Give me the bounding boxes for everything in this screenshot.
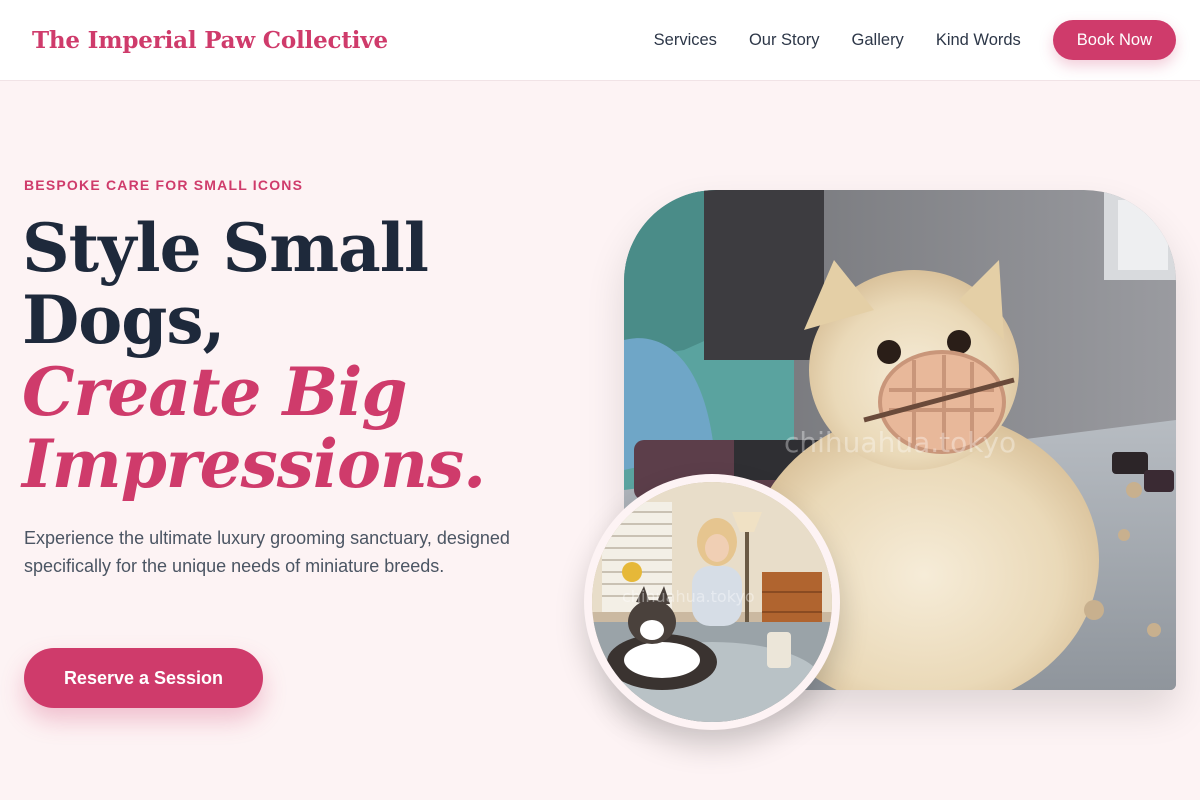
main-image-watermark: chihuahua.tokyo [784,426,1016,459]
hero-eyebrow: BESPOKE CARE FOR SMALL ICONS [24,177,304,193]
headline-line-1: Style Small [22,209,429,287]
hero-headline: Style Small Dogs, Create Big Impressions… [22,212,582,500]
headline-accent-2: Impressions. [22,425,486,503]
nav-link-kind-words[interactable]: Kind Words [936,31,1021,50]
headline-line-2: Dogs, [22,281,226,359]
nav-link-our-story[interactable]: Our Story [749,31,820,50]
brand-logo[interactable]: The Imperial Paw Collective [32,27,388,54]
reserve-session-button[interactable]: Reserve a Session [24,648,263,708]
nav-link-services[interactable]: Services [654,31,717,50]
hero-inset-frame: chihuahua.tokyo [584,474,840,730]
book-now-button[interactable]: Book Now [1052,20,1176,60]
nav-link-gallery[interactable]: Gallery [852,31,904,50]
hero-inset-photo: chihuahua.tokyo [592,482,832,722]
headline-accent-1: Create Big [22,353,408,431]
woman-with-husky-image: chihuahua.tokyo [592,482,832,722]
main-nav: Services Our Story Gallery Kind Words Bo… [654,20,1176,60]
inset-image-watermark: chihuahua.tokyo [622,587,755,606]
site-header: The Imperial Paw Collective Services Our… [0,0,1200,81]
hero-description: Experience the ultimate luxury grooming … [24,528,510,576]
